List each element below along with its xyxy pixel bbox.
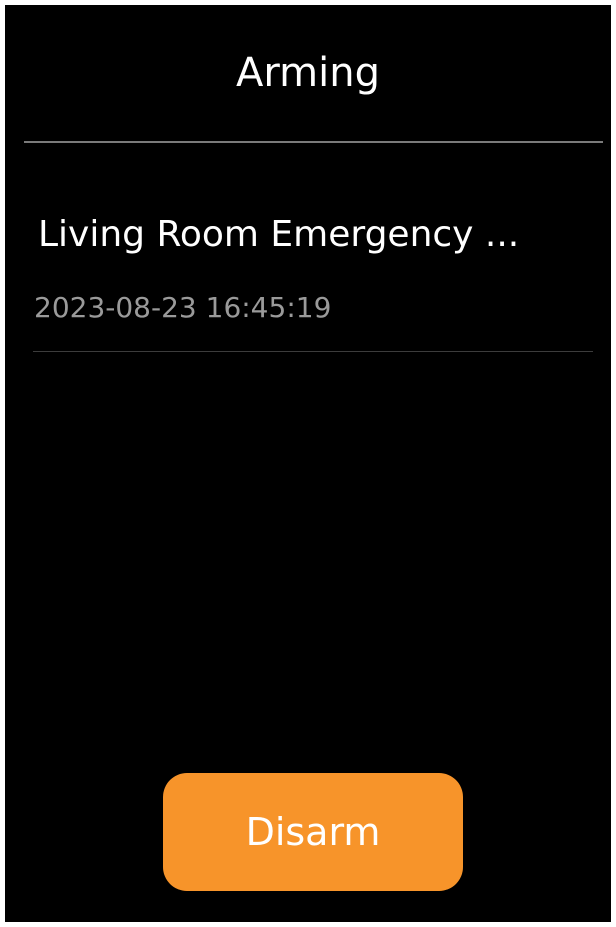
list-item[interactable]: Living Room Emergency ... 2023-08-23 16:…	[5, 143, 611, 353]
alarm-name: Living Room Emergency ...	[38, 214, 520, 255]
alarm-timestamp: 2023-08-23 16:45:19	[34, 291, 332, 324]
page-title: Arming	[236, 50, 380, 96]
disarm-button[interactable]: Disarm	[163, 773, 463, 891]
arming-screen: Arming Living Room Emergency ... 2023-08…	[5, 5, 611, 922]
list-divider	[33, 351, 593, 352]
header: Arming	[5, 5, 611, 141]
